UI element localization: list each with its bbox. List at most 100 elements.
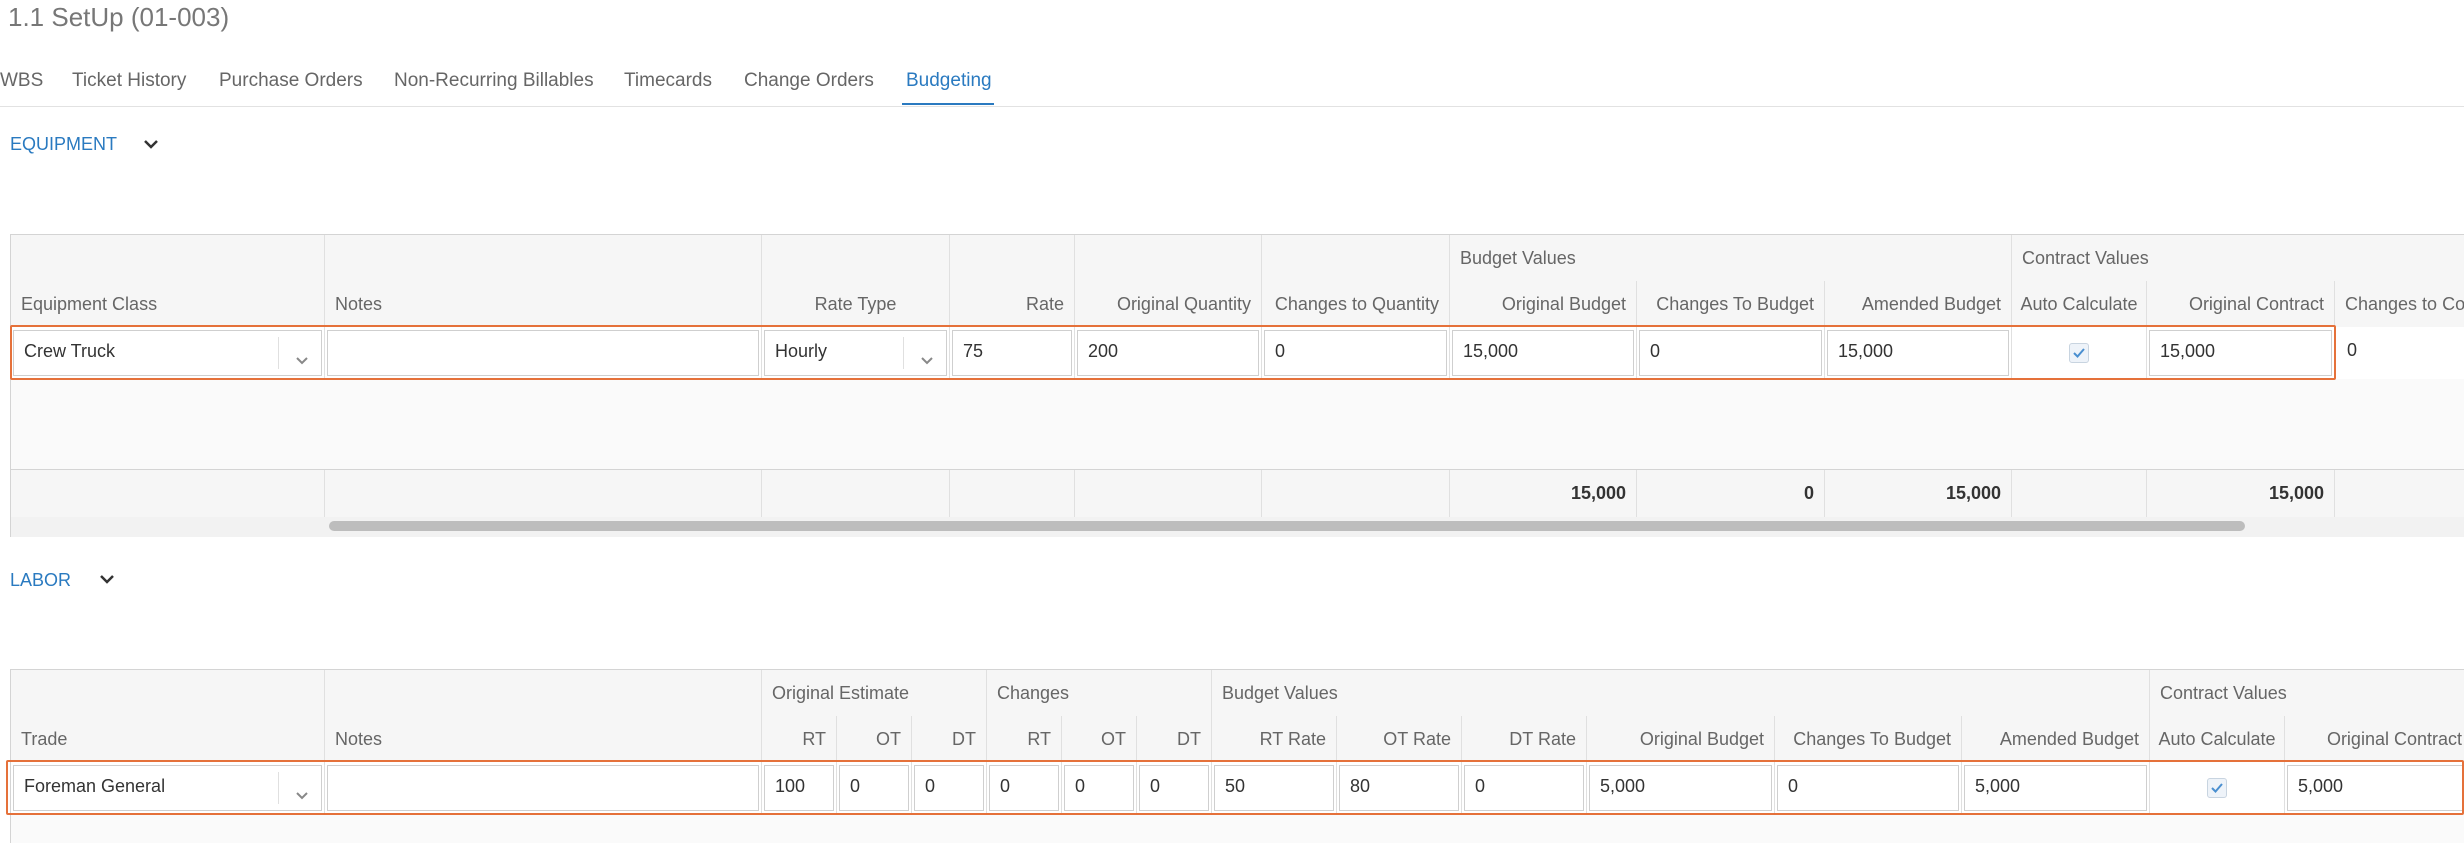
changes-to-contract-input[interactable]: 0 — [2337, 330, 2464, 376]
column-header-rt-rate[interactable]: RT Rate — [1212, 716, 1337, 762]
column-header-oe-ot[interactable]: OT — [837, 716, 912, 762]
original-contract-input[interactable]: 5,000 — [2287, 765, 2464, 811]
table-row[interactable]: Foreman General 100 0 0 0 0 0 50 80 0 5,… — [11, 762, 2464, 815]
auto-calculate-cell — [2012, 327, 2147, 379]
horizontal-scrollbar-thumb[interactable] — [329, 521, 2245, 531]
rate-type-dropdown[interactable]: Hourly — [764, 330, 947, 376]
column-header-rate[interactable]: Rate — [950, 281, 1075, 327]
auto-calculate-checkbox[interactable] — [2207, 778, 2227, 798]
totals-blank — [950, 470, 1075, 518]
chevron-down-icon[interactable] — [96, 568, 118, 590]
column-header-original-budget[interactable]: Original Budget — [1450, 281, 1637, 327]
column-header-changes-to-budget[interactable]: Changes To Budget — [1775, 716, 1962, 762]
tab-purchase-orders[interactable]: Purchase Orders — [219, 70, 363, 92]
group-header-blank — [325, 235, 762, 281]
total-original-budget: 15,000 — [1450, 470, 1637, 518]
column-header-changes-to-budget[interactable]: Changes To Budget — [1637, 281, 1825, 327]
chevron-down-icon[interactable] — [918, 343, 936, 365]
trade-dropdown[interactable]: Foreman General — [13, 765, 322, 811]
total-amended-budget: 15,000 — [1825, 470, 2012, 518]
ch-dt-input[interactable]: 0 — [1139, 765, 1209, 811]
changes-to-quantity-input[interactable]: 0 — [1264, 330, 1447, 376]
empty-rows-area — [11, 379, 2464, 469]
total-changes-to-budget: 0 — [1637, 470, 1825, 518]
original-budget-input[interactable]: 15,000 — [1452, 330, 1634, 376]
totals-blank — [1262, 470, 1450, 518]
tab-wbs[interactable]: WBS — [0, 70, 43, 92]
column-header-changes-to-contract[interactable]: Changes to Co — [2335, 281, 2464, 327]
column-header-notes[interactable]: Notes — [325, 281, 762, 327]
tab-ticket-history[interactable]: Ticket History — [72, 70, 186, 92]
column-header-equipment-class[interactable]: Equipment Class — [11, 281, 325, 327]
column-header-oe-dt[interactable]: DT — [912, 716, 987, 762]
column-header-changes-to-quantity[interactable]: Changes to Quantity — [1262, 281, 1450, 327]
equipment-section-header[interactable]: EQUIPMENT — [10, 134, 117, 155]
column-header-ch-ot[interactable]: OT — [1062, 716, 1137, 762]
ot-rate-input[interactable]: 80 — [1339, 765, 1459, 811]
auto-calculate-checkbox[interactable] — [2069, 343, 2089, 363]
amended-budget-input[interactable]: 15,000 — [1827, 330, 2009, 376]
chevron-down-icon[interactable] — [293, 778, 311, 800]
notes-input[interactable] — [327, 330, 759, 376]
tab-budgeting[interactable]: Budgeting — [906, 70, 992, 92]
group-header-budget-values: Budget Values — [1212, 670, 2150, 716]
amended-budget-input[interactable]: 5,000 — [1964, 765, 2147, 811]
group-header-blank — [1075, 235, 1262, 281]
amended-budget-cell: 15,000 — [1825, 327, 2012, 379]
group-header-blank — [1262, 235, 1450, 281]
column-header-trade[interactable]: Trade — [11, 716, 325, 762]
column-header-oe-rt[interactable]: RT — [762, 716, 837, 762]
original-contract-input[interactable]: 15,000 — [2149, 330, 2332, 376]
labor-section-header[interactable]: LABOR — [10, 570, 71, 591]
totals-blank — [762, 470, 950, 518]
dt-rate-input[interactable]: 0 — [1464, 765, 1584, 811]
oe-dt-cell: 0 — [912, 762, 987, 814]
changes-to-budget-input[interactable]: 0 — [1639, 330, 1822, 376]
rt-rate-input[interactable]: 50 — [1214, 765, 1334, 811]
tab-timecards[interactable]: Timecards — [624, 70, 712, 92]
oe-ot-input[interactable]: 0 — [839, 765, 909, 811]
column-header-original-budget[interactable]: Original Budget — [1587, 716, 1775, 762]
equipment-column-header-row: Equipment Class Notes Rate Type Rate Ori… — [11, 281, 2464, 328]
column-header-dt-rate[interactable]: DT Rate — [1462, 716, 1587, 762]
rate-input[interactable]: 75 — [952, 330, 1072, 376]
ch-rt-input[interactable]: 0 — [989, 765, 1059, 811]
table-row[interactable]: Crew Truck Hourly 75 200 0 15,000 0 15,0… — [11, 327, 2464, 380]
group-header-blank — [11, 670, 325, 716]
column-header-auto-calculate[interactable]: Auto Calculate — [2012, 281, 2147, 327]
tab-non-recurring-billables[interactable]: Non-Recurring Billables — [394, 70, 594, 92]
group-header-original-estimate: Original Estimate — [762, 670, 987, 716]
notes-input[interactable] — [327, 765, 759, 811]
column-header-auto-calculate[interactable]: Auto Calculate — [2150, 716, 2285, 762]
column-header-original-contract[interactable]: Original Contract — [2147, 281, 2335, 327]
labor-group-header-row: Original Estimate Changes Budget Values … — [11, 670, 2464, 717]
notes-cell — [325, 762, 762, 814]
equipment-class-cell: Crew Truck — [11, 327, 325, 379]
chevron-down-icon[interactable] — [140, 133, 162, 155]
original-quantity-input[interactable]: 200 — [1077, 330, 1259, 376]
column-header-notes[interactable]: Notes — [325, 716, 762, 762]
oe-dt-input[interactable]: 0 — [914, 765, 984, 811]
tab-change-orders[interactable]: Change Orders — [744, 70, 874, 92]
column-header-original-contract[interactable]: Original Contract — [2285, 716, 2464, 762]
column-header-amended-budget[interactable]: Amended Budget — [1825, 281, 2012, 327]
original-budget-input[interactable]: 5,000 — [1589, 765, 1772, 811]
column-header-original-quantity[interactable]: Original Quantity — [1075, 281, 1262, 327]
column-header-amended-budget[interactable]: Amended Budget — [1962, 716, 2150, 762]
equipment-class-dropdown[interactable]: Crew Truck — [13, 330, 322, 376]
column-header-ch-rt[interactable]: RT — [987, 716, 1062, 762]
totals-blank — [2012, 470, 2147, 518]
group-header-contract-values: Contract Values — [2012, 235, 2464, 281]
rate-type-cell: Hourly — [762, 327, 950, 379]
empty-rows-area — [11, 814, 2464, 843]
chevron-down-icon[interactable] — [293, 343, 311, 365]
totals-blank — [1075, 470, 1262, 518]
column-header-rate-type[interactable]: Rate Type — [762, 281, 950, 327]
changes-to-budget-input[interactable]: 0 — [1777, 765, 1959, 811]
ch-ot-input[interactable]: 0 — [1064, 765, 1134, 811]
amended-budget-cell: 5,000 — [1962, 762, 2150, 814]
oe-rt-input[interactable]: 100 — [764, 765, 834, 811]
column-header-ot-rate[interactable]: OT Rate — [1337, 716, 1462, 762]
column-header-ch-dt[interactable]: DT — [1137, 716, 1212, 762]
tab-bar: WBS Ticket History Purchase Orders Non-R… — [0, 62, 2464, 107]
